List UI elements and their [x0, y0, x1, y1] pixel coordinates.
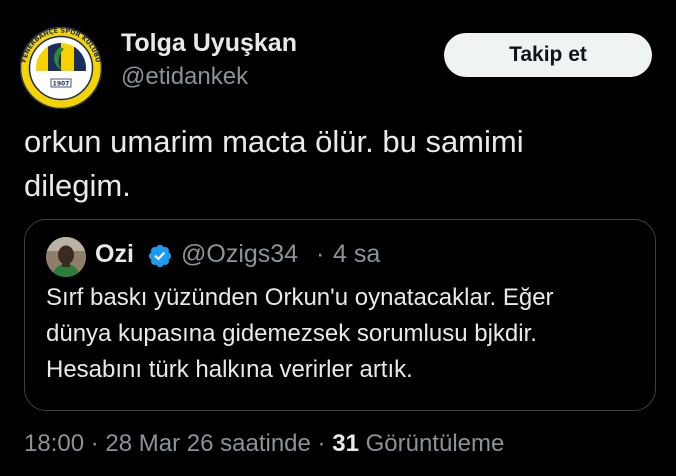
author-handle[interactable]: @etidankek: [121, 63, 248, 91]
tweet-time[interactable]: 18:00: [24, 430, 84, 457]
quoted-text-line: Sırf baskı yüzünden Orkun'u oynatacaklar…: [46, 284, 554, 311]
tweet-text: orkun umarim macta ölür. bu samimi dileg…: [24, 120, 654, 208]
quoted-author-name[interactable]: Ozi: [95, 240, 134, 269]
crest-year: 1907: [53, 81, 70, 88]
separator-dot: ·: [316, 240, 325, 268]
author-avatar[interactable]: FENERBAHÇE SPOR KULÜBÜ 1907: [20, 27, 102, 109]
person-avatar-icon: [46, 237, 86, 277]
quoted-author-handle[interactable]: @Ozigs34: [181, 240, 298, 269]
tweet-text-line: dilegim.: [24, 168, 131, 203]
views-count: 31: [332, 430, 359, 457]
quoted-tweet-text: Sırf baskı yüzünden Orkun'u oynatacaklar…: [46, 280, 646, 388]
quoted-text-line: Hesabını türk halkına verirler artık.: [46, 356, 413, 383]
separator-dot: ·: [317, 430, 326, 457]
quoted-timestamp[interactable]: 4 sa: [333, 240, 380, 269]
tweet-text-line: orkun umarim macta ölür. bu samimi: [24, 124, 524, 159]
author-name[interactable]: Tolga Uyuşkan: [121, 29, 297, 58]
follow-button[interactable]: Takip et: [444, 33, 652, 77]
tweet-card: FENERBAHÇE SPOR KULÜBÜ 1907 Tolga Uyuşka…: [0, 0, 676, 476]
quoted-tweet[interactable]: Ozi @Ozigs34 · 4 sa Sırf baskı yüzünden …: [24, 219, 656, 411]
views-label: Görüntüleme: [365, 430, 505, 457]
verified-badge-icon: [148, 244, 172, 268]
separator-dot: ·: [90, 430, 99, 457]
tweet-metadata: 18:00 · 28 Mar 26 saatinde · 31 Görüntül…: [24, 430, 504, 458]
quoted-author-avatar[interactable]: [46, 237, 86, 277]
quoted-text-line: dünya kupasına gidemezsek sorumlusu bjkd…: [46, 320, 537, 347]
fenerbahce-crest-icon: FENERBAHÇE SPOR KULÜBÜ 1907: [20, 27, 102, 109]
tweet-date[interactable]: 28 Mar 26 saatinde: [105, 430, 310, 457]
